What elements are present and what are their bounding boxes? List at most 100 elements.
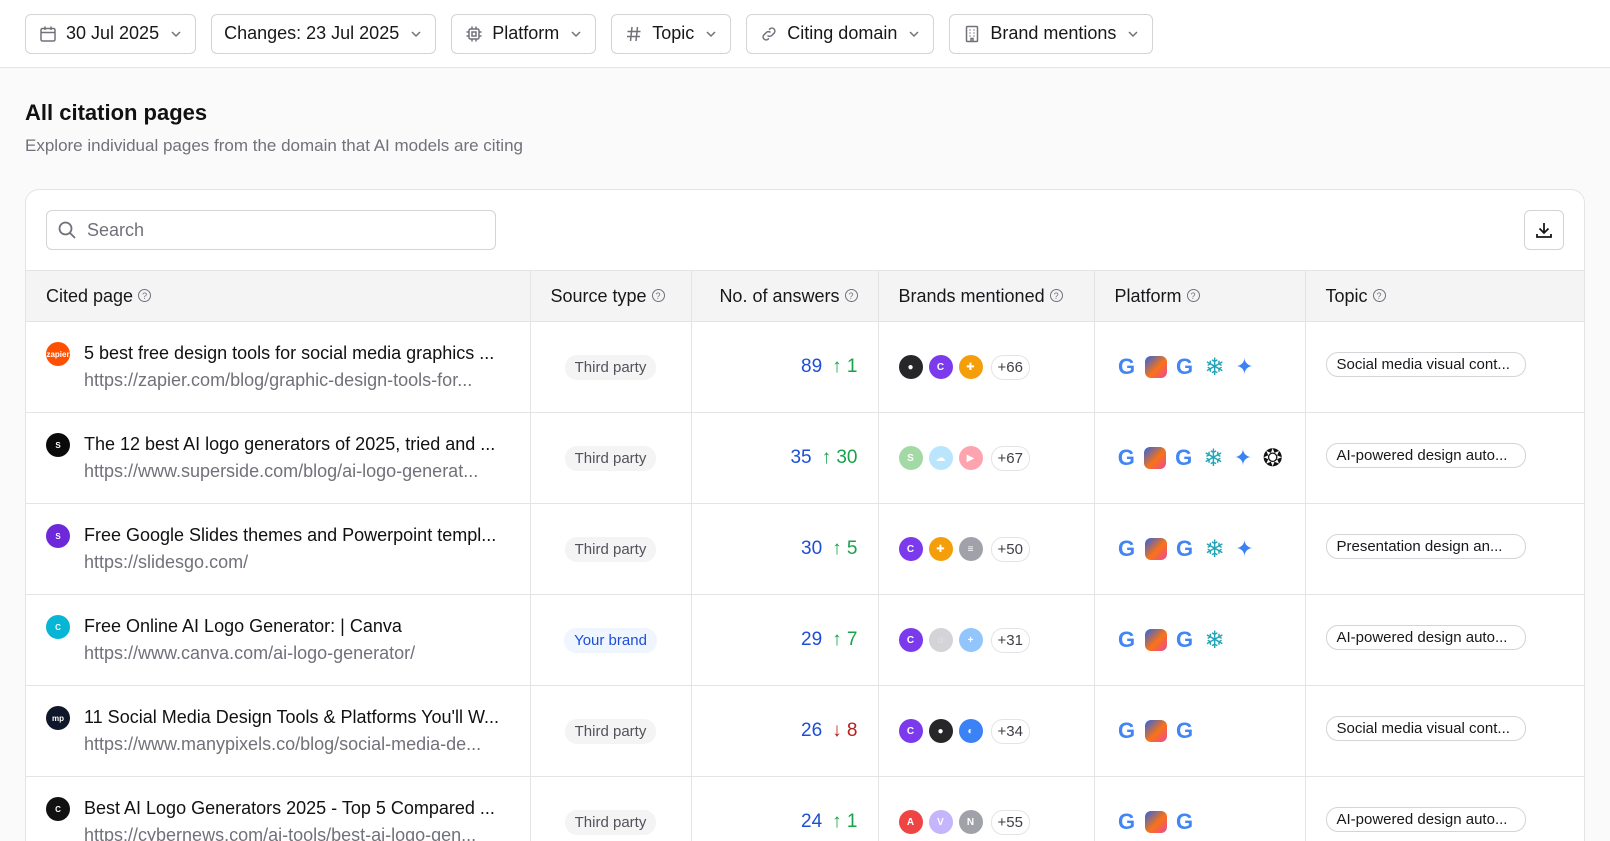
platform-cell: G G ❄ ✦ xyxy=(1093,503,1305,595)
page-title[interactable]: 5 best free design tools for social medi… xyxy=(84,340,494,366)
help-icon[interactable]: ? xyxy=(1186,289,1200,303)
cited-page-cell[interactable]: mp 11 Social Media Design Tools & Platfor… xyxy=(26,685,530,777)
search-input[interactable] xyxy=(87,219,485,241)
table-row[interactable]: C Free Online AI Logo Generator: | Canva h… xyxy=(26,594,1584,686)
filter-changes-23-jul-2025[interactable]: Changes: 23 Jul 2025 xyxy=(211,13,437,54)
help-icon[interactable]: ? xyxy=(1049,289,1063,303)
help-icon[interactable]: ? xyxy=(844,289,858,303)
source-type-cell: Third party xyxy=(529,776,691,841)
cited-page-cell[interactable]: C Free Online AI Logo Generator: | Canva h… xyxy=(26,594,530,686)
answers-count: 26 xyxy=(801,720,823,741)
topic-badge[interactable]: AI-powered design auto... xyxy=(1325,443,1526,468)
topic-cell: AI-powered design auto... xyxy=(1304,776,1584,841)
brands-more-badge[interactable]: +34 xyxy=(990,718,1030,744)
arrow-up-icon: ↑ xyxy=(832,811,842,832)
google-icon: G xyxy=(1175,536,1194,561)
page-title[interactable]: Free Google Slides themes and Powerpoint… xyxy=(84,522,496,548)
page-url[interactable]: https://www.canva.com/ai-logo-generator/ xyxy=(84,639,415,667)
chevron-down-icon xyxy=(569,27,583,41)
column-header-source-type[interactable]: Source type? xyxy=(529,270,691,322)
help-icon[interactable]: ? xyxy=(651,289,665,303)
platform-cell: G G ❄ ✦ ❂ xyxy=(1093,412,1305,504)
brands-more-badge[interactable]: +66 xyxy=(990,354,1030,380)
answers-cell: 26 ↓ 8 xyxy=(690,685,878,777)
topic-badge[interactable]: Social media visual cont... xyxy=(1325,352,1526,377)
brands-more-badge[interactable]: +67 xyxy=(990,445,1030,471)
brands-more-badge[interactable]: +55 xyxy=(990,809,1030,835)
column-header-answers[interactable]: No. of answers? xyxy=(690,270,878,322)
page-url[interactable]: https://www.manypixels.co/blog/social-me… xyxy=(84,730,499,758)
source-type-cell: Third party xyxy=(529,412,691,504)
table-row[interactable]: C Best AI Logo Generators 2025 - Top 5 Co… xyxy=(26,776,1584,841)
source-type-cell: Your brand xyxy=(529,594,691,686)
filter-30-jul-2025[interactable]: 30 Jul 2025 xyxy=(25,13,197,54)
table-row[interactable]: zapier 5 best free design tools for socia… xyxy=(26,321,1584,413)
google-icon: G xyxy=(1175,718,1194,743)
page-url[interactable]: https://cybernews.com/ai-tools/best-ai-l… xyxy=(84,821,495,841)
help-icon[interactable]: ? xyxy=(1372,289,1386,303)
gemini-icon: ✦ xyxy=(1233,445,1253,470)
site-favicon-icon: S xyxy=(46,433,70,457)
column-header-cited-page[interactable]: Cited page? xyxy=(26,270,530,322)
table-row[interactable]: mp 11 Social Media Design Tools & Platfor… xyxy=(26,685,1584,777)
page-url[interactable]: https://www.superside.com/blog/ai-logo-g… xyxy=(84,457,495,485)
source-type-badge: Your brand xyxy=(564,627,657,653)
topic-badge[interactable]: AI-powered design auto... xyxy=(1325,807,1526,832)
filter-citing-domain[interactable]: Citing domain xyxy=(746,13,935,54)
table-row[interactable]: S The 12 best AI logo generators of 2025,… xyxy=(26,412,1584,504)
google-icon: G xyxy=(1175,354,1194,379)
answers-count: 89 xyxy=(801,356,823,377)
page-url[interactable]: https://slidesgo.com/ xyxy=(84,548,496,576)
brand-logo-icon: C xyxy=(898,628,923,652)
topic-badge[interactable]: Social media visual cont... xyxy=(1325,716,1526,741)
cited-page-cell[interactable]: S The 12 best AI logo generators of 2025,… xyxy=(26,412,530,504)
perplexity-icon: ❄ xyxy=(1204,535,1225,563)
cited-page-cell[interactable]: zapier 5 best free design tools for socia… xyxy=(26,321,530,413)
source-type-cell: Third party xyxy=(529,321,691,413)
brands-more-badge[interactable]: +50 xyxy=(990,536,1030,562)
copilot-icon xyxy=(1144,720,1167,742)
page-title[interactable]: The 12 best AI logo generators of 2025, … xyxy=(84,431,495,457)
copilot-icon xyxy=(1144,356,1167,378)
table-row[interactable]: S Free Google Slides themes and Powerpoin… xyxy=(26,503,1584,595)
brands-more-badge[interactable]: +31 xyxy=(990,627,1030,653)
cited-page-cell[interactable]: S Free Google Slides themes and Powerpoin… xyxy=(26,503,530,595)
search-icon xyxy=(57,220,77,240)
page-title[interactable]: Best AI Logo Generators 2025 - Top 5 Com… xyxy=(84,795,495,821)
page-title[interactable]: Free Online AI Logo Generator: | Canva xyxy=(84,613,415,639)
brand-logo-icon: ◌ xyxy=(928,628,953,652)
brand-logo-icon: ● xyxy=(928,719,953,743)
brands-cell: A V N +55 xyxy=(877,776,1094,841)
page-url[interactable]: https://zapier.com/blog/graphic-design-t… xyxy=(84,366,494,394)
brands-cell: C ✚ ≡ +50 xyxy=(877,503,1094,595)
topic-cell: AI-powered design auto... xyxy=(1304,412,1584,504)
topic-badge[interactable]: AI-powered design auto... xyxy=(1325,625,1526,650)
download-button[interactable] xyxy=(1524,210,1564,250)
page-title[interactable]: 11 Social Media Design Tools & Platforms… xyxy=(84,704,499,730)
topic-badge[interactable]: Presentation design an... xyxy=(1325,534,1526,559)
answers-delta: ↓ 8 xyxy=(832,720,858,741)
column-header-platform[interactable]: Platform? xyxy=(1093,270,1305,322)
help-icon[interactable]: ? xyxy=(138,289,152,303)
column-header-topic[interactable]: Topic? xyxy=(1304,270,1584,322)
google-icon: G xyxy=(1175,809,1194,834)
brand-logo-icon: S xyxy=(898,446,923,470)
brand-logo-icon: ≡ xyxy=(958,537,983,561)
filter-brand-mentions[interactable]: Brand mentions xyxy=(949,13,1154,54)
cited-page-cell[interactable]: C Best AI Logo Generators 2025 - Top 5 Co… xyxy=(26,776,530,841)
search-box[interactable] xyxy=(46,210,496,250)
site-favicon-icon: C xyxy=(46,615,70,639)
brands-cell: C ◌ + +31 xyxy=(877,594,1094,686)
column-header-brands[interactable]: Brands mentioned? xyxy=(877,270,1094,322)
source-type-badge: Third party xyxy=(564,809,657,835)
filter-platform[interactable]: Platform xyxy=(451,13,597,54)
arrow-up-icon: ↑ xyxy=(832,629,842,650)
answers-delta: ↑ 1 xyxy=(832,811,858,832)
arrow-down-icon: ↓ xyxy=(832,720,842,741)
perplexity-icon: ❄ xyxy=(1204,353,1225,381)
chevron-down-icon xyxy=(409,27,423,41)
brand-logo-icon: C xyxy=(898,719,923,743)
filter-topic[interactable]: Topic xyxy=(611,13,732,54)
platform-cell: G G ❄ xyxy=(1093,594,1305,686)
brands-cell: C ● ◐ +34 xyxy=(877,685,1094,777)
